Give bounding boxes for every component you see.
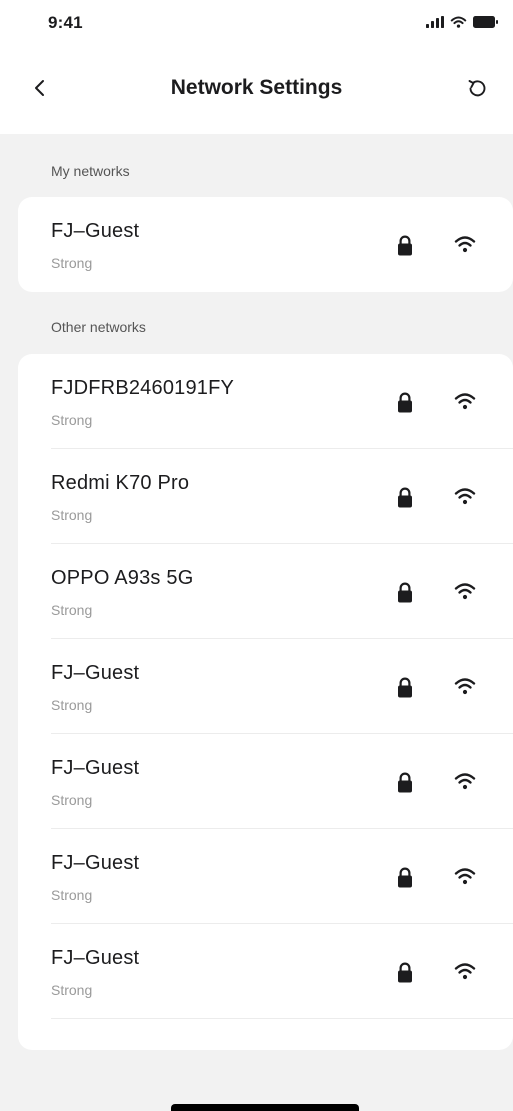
signal-strength: Strong [51, 982, 93, 998]
wifi-status-icon [450, 16, 467, 28]
status-bar: 9:41 [0, 0, 513, 48]
lock-icon [398, 867, 412, 888]
lock-icon [398, 392, 412, 413]
network-row[interactable]: FJ–Guest Strong [18, 829, 513, 924]
lock-icon [398, 487, 412, 508]
my-networks-label: My networks [51, 163, 130, 179]
refresh-icon [466, 77, 488, 104]
other-networks-list: FJDFRB2460191FY Strong Redmi K70 Pro Strong… [18, 354, 513, 1050]
lock-icon [398, 582, 412, 603]
network-row[interactable]: OPPO A93s 5G Strong [18, 544, 513, 639]
network-row[interactable]: FJ–Guest Strong [18, 197, 513, 292]
signal-strength: Strong [51, 792, 93, 808]
status-time: 9:41 [48, 13, 83, 32]
row-divider [51, 1018, 513, 1019]
signal-strength: Strong [51, 602, 93, 618]
wifi-icon [454, 773, 476, 790]
status-icons [426, 14, 499, 30]
network-name: FJ–Guest [51, 947, 140, 969]
cellular-signal-icon [426, 16, 444, 28]
network-row[interactable]: FJ–Guest Strong [18, 639, 513, 734]
network-name: FJ–Guest [51, 852, 140, 874]
network-row[interactable]: FJDFRB2460191FY Strong [18, 354, 513, 449]
wifi-icon [454, 393, 476, 410]
network-row[interactable]: FJ–Guest Strong [18, 734, 513, 829]
signal-strength: Strong [51, 887, 93, 903]
network-row[interactable]: Redmi K70 Pro Strong [18, 449, 513, 544]
wifi-icon [454, 868, 476, 885]
home-indicator [171, 1104, 359, 1111]
signal-strength: Strong [51, 412, 93, 428]
signal-strength: Strong [51, 255, 93, 271]
refresh-button[interactable] [463, 76, 491, 104]
network-name: FJ–Guest [51, 757, 140, 779]
signal-strength: Strong [51, 507, 93, 523]
navigation-bar: Network Settings [0, 62, 513, 118]
lock-icon [398, 962, 412, 983]
wifi-icon [454, 488, 476, 505]
battery-icon [473, 16, 499, 28]
top-header-area: 9:41 Network Settings [0, 0, 513, 134]
my-networks-list: FJ–Guest Strong [18, 197, 513, 292]
network-name: FJDFRB2460191FY [51, 377, 235, 399]
wifi-icon [454, 236, 476, 253]
wifi-icon [454, 963, 476, 980]
signal-strength: Strong [51, 697, 93, 713]
network-name: FJ–Guest [51, 662, 140, 684]
network-row[interactable]: FJ–Guest Strong [18, 924, 513, 1019]
page-title: Network Settings [170, 76, 343, 99]
wifi-icon [454, 583, 476, 600]
wifi-icon [454, 678, 476, 695]
network-name: OPPO A93s 5G [51, 567, 194, 589]
lock-icon [398, 772, 412, 793]
other-networks-label: Other networks [51, 319, 146, 335]
lock-icon [398, 235, 412, 256]
lock-icon [398, 677, 412, 698]
network-name: Redmi K70 Pro [51, 472, 190, 494]
network-name: FJ–Guest [51, 220, 140, 242]
